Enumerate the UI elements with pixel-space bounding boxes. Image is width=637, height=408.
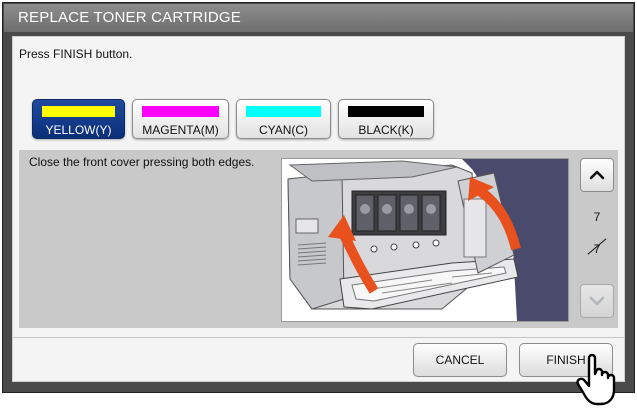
yellow-swatch: [42, 106, 115, 117]
tab-label: BLACK(K): [358, 123, 414, 137]
hand-pointer-icon: [576, 353, 616, 406]
tab-label: CYAN(C): [258, 123, 309, 137]
printer-illustration: [281, 158, 569, 322]
chevron-up-icon: [589, 170, 605, 180]
tab-yellow[interactable]: YELLOW(Y): [32, 99, 125, 139]
printer-front-cover-icon: [282, 159, 568, 321]
cancel-button[interactable]: CANCEL: [413, 343, 507, 377]
black-swatch: [348, 106, 424, 117]
step-instruction: Close the front cover pressing both edge…: [29, 155, 255, 169]
instruction-text: Press FINISH button.: [19, 47, 133, 61]
tab-magenta[interactable]: MAGENTA(M): [132, 99, 229, 139]
scroll-down-button[interactable]: [580, 284, 614, 318]
chevron-down-icon: [589, 296, 605, 306]
total-pages: 7: [593, 242, 601, 256]
tab-label: MAGENTA(M): [142, 123, 219, 137]
step-content: Close the front cover pressing both edge…: [19, 150, 618, 328]
footer-divider: [13, 337, 624, 338]
current-page: 7: [593, 210, 601, 224]
dialog-title: REPLACE TONER CARTRIDGE: [4, 4, 633, 32]
tab-black[interactable]: BLACK(K): [338, 99, 434, 139]
scroll-up-button[interactable]: [580, 158, 614, 192]
dialog-panel: Press FINISH button. YELLOW(Y) MAGENTA(M…: [12, 36, 625, 382]
tab-label: YELLOW(Y): [45, 123, 112, 137]
cyan-swatch: [246, 106, 321, 117]
tab-cyan[interactable]: CYAN(C): [236, 99, 331, 139]
magenta-swatch: [142, 106, 219, 117]
